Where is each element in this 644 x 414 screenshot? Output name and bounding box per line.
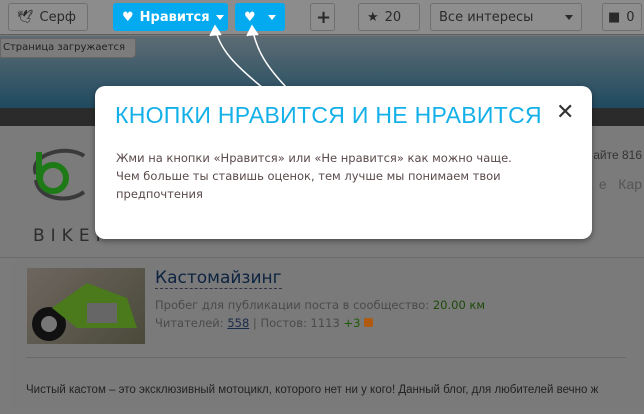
readers-label: Читателей: <box>155 316 224 330</box>
nav-menu[interactable]: е Кар <box>599 176 642 192</box>
community-image <box>27 268 145 344</box>
header-info: айте 816 <box>593 148 642 162</box>
stats-row: Читателей: 558 | Постов: 1113 +3 <box>155 316 374 330</box>
tutorial-modal: КНОПКИ НРАВИТСЯ И НЕ НРАВИТСЯ ✕ Жми на к… <box>95 86 592 239</box>
modal-title: КНОПКИ НРАВИТСЯ И НЕ НРАВИТСЯ <box>115 102 542 128</box>
site-logo-icon <box>32 148 86 201</box>
modal-text: Жми на кнопки «Нравится» или «Не нравитс… <box>116 149 556 203</box>
mileage-value: 20.00 км <box>432 298 486 312</box>
modal-line: Жми на кнопки «Нравится» или «Не нравитс… <box>116 151 512 165</box>
close-icon[interactable]: ✕ <box>556 100 574 125</box>
community-description: Чистый кастом – это эксклюзивный мотоцик… <box>26 384 599 396</box>
mileage-label: Пробег для публикации поста в сообщество… <box>155 298 430 312</box>
posts-delta: +3 <box>343 316 361 330</box>
community-title[interactable]: Кастомайзинг <box>155 268 282 289</box>
rss-icon[interactable] <box>364 318 374 327</box>
community-card: Кастомайзинг Пробег для публикации поста… <box>10 258 644 408</box>
posts-count: | Постов: 1113 <box>252 316 340 330</box>
readers-link[interactable]: 558 <box>227 316 249 330</box>
modal-line: Чем больше ты ставишь оценок, тем лучше … <box>116 169 501 201</box>
mileage-row: Пробег для публикации поста в сообщество… <box>155 298 485 312</box>
